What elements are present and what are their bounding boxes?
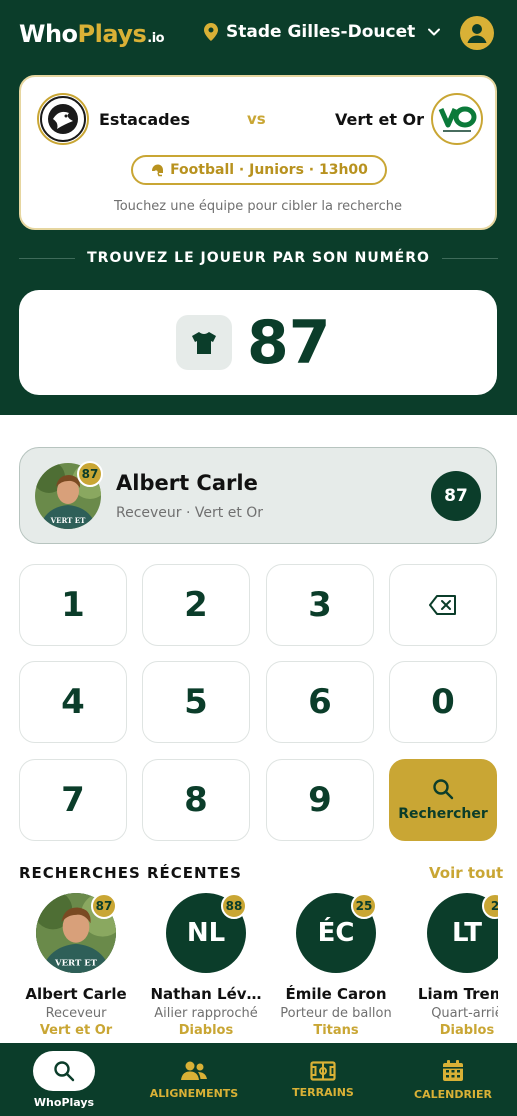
key-6[interactable]: 6: [266, 661, 374, 743]
search-button[interactable]: Rechercher: [389, 759, 497, 841]
user-icon: [467, 24, 487, 43]
recent-role: Quart-arriè: [431, 1006, 498, 1021]
key-9[interactable]: 9: [266, 759, 374, 841]
entered-number: 87: [247, 308, 331, 378]
nav-fields[interactable]: TERRAINS: [283, 1043, 363, 1116]
nav-home-label: WhoPlays: [33, 1095, 95, 1109]
svg-text:VERT ET: VERT ET: [50, 516, 86, 525]
search-button-label: Rechercher: [398, 806, 488, 822]
player-result-card[interactable]: VERT ET 87 Albert Carle Receveur · Vert …: [19, 447, 497, 544]
logo-io: .io: [147, 31, 165, 46]
key-3[interactable]: 3: [266, 564, 374, 646]
game-info-pill: Football · Juniors · 13h00: [131, 155, 387, 185]
recent-title: RECHERCHES RÉCENTES: [19, 864, 242, 882]
divider-left: [19, 257, 76, 259]
recent-team: Vert et Or: [39, 1023, 113, 1038]
users-icon: [181, 1061, 207, 1080]
finder-title: TROUVEZ LE JOUEUR PAR SON NUMÉRO: [87, 250, 430, 266]
venue-selector[interactable]: Stade Gilles-Doucet: [204, 22, 441, 42]
header-panel: WhoPlays.io Stade Gilles-Doucet Estacade…: [0, 0, 517, 415]
nav-home-pill: [33, 1050, 95, 1091]
key-7[interactable]: 7: [19, 759, 127, 841]
nav-home[interactable]: WhoPlays: [26, 1043, 102, 1116]
profile-button[interactable]: [460, 16, 494, 50]
bottom-nav: WhoPlays ALIGNEMENTS TERRAINS CALENDRIER: [0, 1043, 517, 1116]
nav-lineups-label: ALIGNEMENTS: [149, 1086, 239, 1100]
player-number-circle: 87: [431, 471, 481, 521]
divider-right: [441, 257, 498, 259]
key-1[interactable]: 1: [19, 564, 127, 646]
key-2[interactable]: 2: [142, 564, 250, 646]
number-display: 87: [19, 290, 497, 395]
page: WhoPlays.io Stade Gilles-Doucet Estacade…: [0, 0, 517, 1116]
nav-calendar-label: CALENDRIER: [414, 1087, 492, 1101]
vs-label: vs: [247, 110, 266, 128]
recent-carousel[interactable]: VERT ET 87 Albert Carle Receveur Vert et…: [0, 893, 498, 1043]
app-logo[interactable]: WhoPlays.io: [19, 20, 165, 48]
nav-fields-label: TERRAINS: [292, 1085, 354, 1099]
nav-calendar[interactable]: CALENDRIER: [410, 1043, 496, 1116]
key-4[interactable]: 4: [19, 661, 127, 743]
away-team-name[interactable]: Vert et Or: [335, 110, 424, 129]
svg-text:VERT ET: VERT ET: [54, 958, 98, 968]
venue-name: Stade Gilles-Doucet: [226, 22, 416, 42]
key-8[interactable]: 8: [142, 759, 250, 841]
recent-team: Diablos: [439, 1023, 495, 1038]
field-icon: [310, 1060, 336, 1081]
recent-number-badge: 25: [351, 893, 377, 919]
recent-number-badge: 88: [221, 893, 247, 919]
recent-name: Émile Caron: [285, 985, 387, 1003]
recent-role: Ailier rapproché: [154, 1006, 258, 1021]
vert-et-or-logo-icon: [435, 97, 479, 141]
home-team-logo[interactable]: [37, 93, 89, 145]
recent-name: Nathan Lév…: [150, 985, 262, 1003]
location-pin-icon: [204, 23, 218, 41]
logo-who: Who: [19, 20, 78, 48]
player-number-badge: 87: [77, 461, 103, 487]
nav-lineups[interactable]: ALIGNEMENTS: [148, 1043, 240, 1116]
recent-name: Albert Carle: [25, 985, 127, 1003]
away-team-logo[interactable]: [431, 93, 483, 145]
recent-number-badge: 87: [91, 893, 117, 919]
jersey-badge: [176, 315, 232, 370]
estacades-logo-icon: [40, 96, 86, 142]
finder-heading: TROUVEZ LE JOUEUR PAR SON NUMÉRO: [0, 250, 517, 266]
recent-name: Liam Tremb: [417, 985, 498, 1003]
calendar-icon: [443, 1059, 463, 1081]
game-info-text: Football · Juniors · 13h00: [170, 162, 368, 178]
recent-role: Receveur: [45, 1006, 107, 1021]
home-team-name[interactable]: Estacades: [99, 110, 190, 129]
backspace-icon: [429, 595, 456, 615]
recent-team: Diablos: [178, 1023, 234, 1038]
logo-plays: Plays: [77, 20, 147, 48]
search-icon: [54, 1060, 75, 1081]
search-icon: [433, 779, 454, 800]
player-meta: Receveur · Vert et Or: [116, 505, 264, 521]
key-5[interactable]: 5: [142, 661, 250, 743]
recent-team: Titans: [313, 1023, 359, 1038]
see-all-link[interactable]: Voir tout: [429, 864, 503, 882]
chevron-down-icon: [428, 28, 441, 36]
match-card: Estacades vs Vert et Or Football · Junio…: [19, 75, 497, 230]
backspace-key[interactable]: [389, 564, 497, 646]
key-0[interactable]: 0: [389, 661, 497, 743]
football-helmet-icon: [152, 164, 164, 177]
team-hint: Touchez une équipe pour cibler la recher…: [114, 199, 402, 214]
jersey-icon: [192, 331, 216, 354]
recent-role: Porteur de ballon: [280, 1006, 392, 1021]
player-name: Albert Carle: [116, 471, 258, 495]
